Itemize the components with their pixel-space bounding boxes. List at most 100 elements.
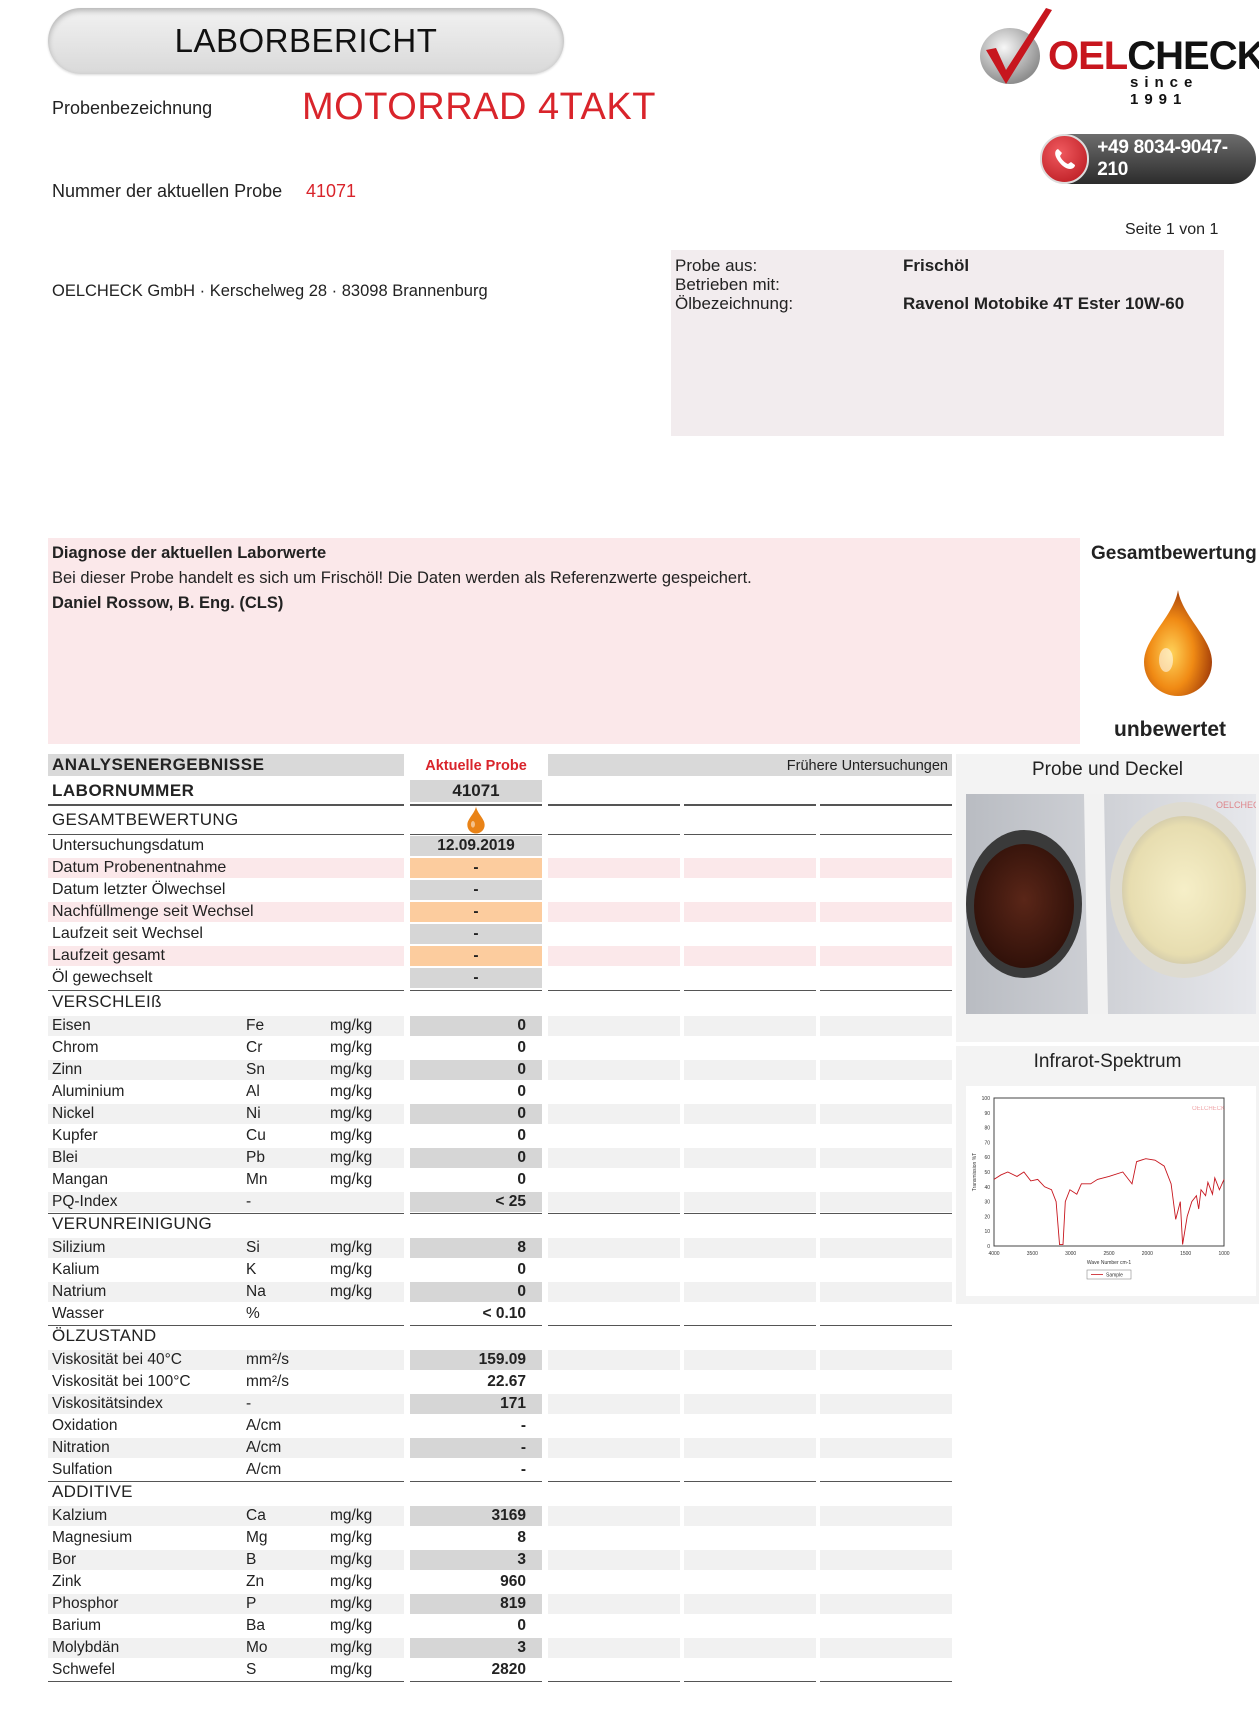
divider xyxy=(684,1681,816,1682)
lab-number-label: LABORNUMMER xyxy=(52,781,195,800)
divider xyxy=(548,1213,680,1214)
divider xyxy=(548,1325,680,1326)
parameter-value: 159.09 xyxy=(478,1351,526,1368)
parameter-symbol: Cu xyxy=(246,1127,266,1144)
parameter-name: Chrom xyxy=(52,1039,99,1056)
previous-cell xyxy=(820,1506,952,1526)
svg-text:4000: 4000 xyxy=(988,1251,999,1257)
previous-cell xyxy=(548,858,680,878)
divider xyxy=(684,834,816,835)
parameter-value: 0 xyxy=(517,1083,526,1100)
parameter-value: 8 xyxy=(517,1239,526,1256)
section-title: VERUNREINIGUNG xyxy=(52,1214,213,1233)
parameter-value: 3 xyxy=(517,1551,526,1568)
parameter-unit: mg/kg xyxy=(330,1127,373,1144)
divider xyxy=(820,804,952,806)
previous-cell xyxy=(548,1506,680,1526)
divider xyxy=(410,834,542,835)
rating-row-label: GESAMTBEWERTUNG xyxy=(52,810,239,829)
parameter-symbol: Pb xyxy=(246,1149,265,1166)
general-row-value: 12.09.2019 xyxy=(437,837,515,854)
parameter-name: Kalium xyxy=(52,1261,100,1278)
parameter-name: Blei xyxy=(52,1149,78,1166)
parameter-symbol: Mg xyxy=(246,1529,268,1546)
previous-cell xyxy=(820,1060,952,1080)
divider xyxy=(684,1325,816,1326)
svg-text:90: 90 xyxy=(984,1111,990,1117)
parameter-symbol: Na xyxy=(246,1283,266,1300)
divider xyxy=(820,990,952,991)
parameter-value: 2820 xyxy=(491,1661,526,1678)
svg-text:2000: 2000 xyxy=(1142,1251,1153,1257)
svg-text:100: 100 xyxy=(982,1096,991,1102)
svg-text:Wave Number cm-1: Wave Number cm-1 xyxy=(1087,1260,1131,1266)
previous-cell xyxy=(548,1550,680,1570)
divider xyxy=(548,1681,680,1682)
parameter-value: 819 xyxy=(500,1595,526,1612)
parameter-symbol: Al xyxy=(246,1083,260,1100)
general-row-label: Untersuchungsdatum xyxy=(52,837,205,854)
divider xyxy=(48,804,404,806)
parameter-name: Sulfation xyxy=(52,1461,113,1478)
previous-cell xyxy=(684,1506,816,1526)
divider xyxy=(820,1681,952,1682)
ir-panel-title: Infrarot-Spektrum xyxy=(1033,1051,1182,1072)
svg-text:50: 50 xyxy=(984,1170,990,1176)
parameter-symbol: mm²/s xyxy=(246,1351,290,1368)
parameter-name: Eisen xyxy=(52,1017,91,1034)
previous-cell xyxy=(548,1394,680,1414)
previous-cell xyxy=(820,1104,952,1124)
parameter-symbol: B xyxy=(246,1551,257,1568)
divider xyxy=(410,1481,542,1482)
general-row-value: - xyxy=(473,881,479,898)
svg-text:Sample: Sample xyxy=(1106,1273,1123,1279)
previous-cell xyxy=(548,1148,680,1168)
parameter-name: Mangan xyxy=(52,1171,109,1188)
parameter-symbol: K xyxy=(246,1261,257,1278)
general-row-value: - xyxy=(473,859,479,876)
previous-cell xyxy=(684,1350,816,1370)
parameter-unit: mg/kg xyxy=(330,1261,373,1278)
divider xyxy=(48,834,404,835)
general-row-label: Datum letzter Ölwechsel xyxy=(52,881,226,898)
divider xyxy=(410,1681,542,1682)
photo-panel-title: Probe und Deckel xyxy=(1031,759,1184,780)
divider xyxy=(820,834,952,835)
general-row-label: Laufzeit seit Wechsel xyxy=(52,925,203,942)
divider xyxy=(410,990,542,991)
previous-cell xyxy=(684,1104,816,1124)
svg-text:1000: 1000 xyxy=(1218,1251,1229,1257)
parameter-unit: mg/kg xyxy=(330,1149,373,1166)
svg-text:60: 60 xyxy=(984,1155,990,1161)
parameter-name: Magnesium xyxy=(52,1529,133,1546)
parameter-name: Bor xyxy=(52,1551,77,1568)
svg-text:3500: 3500 xyxy=(1027,1251,1038,1257)
parameter-unit: mg/kg xyxy=(330,1573,373,1590)
previous-cell xyxy=(684,1282,816,1302)
divider xyxy=(820,1325,952,1326)
previous-cell xyxy=(684,946,816,966)
parameter-symbol: Zn xyxy=(246,1573,265,1590)
parameter-symbol: Ba xyxy=(246,1617,265,1634)
previous-cell xyxy=(548,1594,680,1614)
parameter-value: 0 xyxy=(517,1105,526,1122)
svg-text:0: 0 xyxy=(987,1244,990,1250)
parameter-name: Molybdän xyxy=(52,1639,120,1656)
divider xyxy=(684,1481,816,1482)
svg-text:30: 30 xyxy=(984,1200,990,1206)
previous-cell xyxy=(820,1282,952,1302)
parameter-name: Silizium xyxy=(52,1239,106,1256)
general-row-label: Laufzeit gesamt xyxy=(52,947,165,964)
parameter-symbol: Mn xyxy=(246,1171,268,1188)
parameter-name: Zink xyxy=(52,1573,82,1590)
parameter-value: 0 xyxy=(517,1017,526,1034)
parameter-symbol: P xyxy=(246,1595,257,1612)
general-row-value: - xyxy=(473,947,479,964)
previous-cell xyxy=(684,1016,816,1036)
parameter-symbol: - xyxy=(246,1395,252,1412)
previous-cell xyxy=(548,1282,680,1302)
previous-cell xyxy=(820,1238,952,1258)
svg-text:2500: 2500 xyxy=(1103,1251,1114,1257)
previous-cell xyxy=(548,1238,680,1258)
general-row-label: Nachfüllmenge seit Wechsel xyxy=(52,903,254,920)
